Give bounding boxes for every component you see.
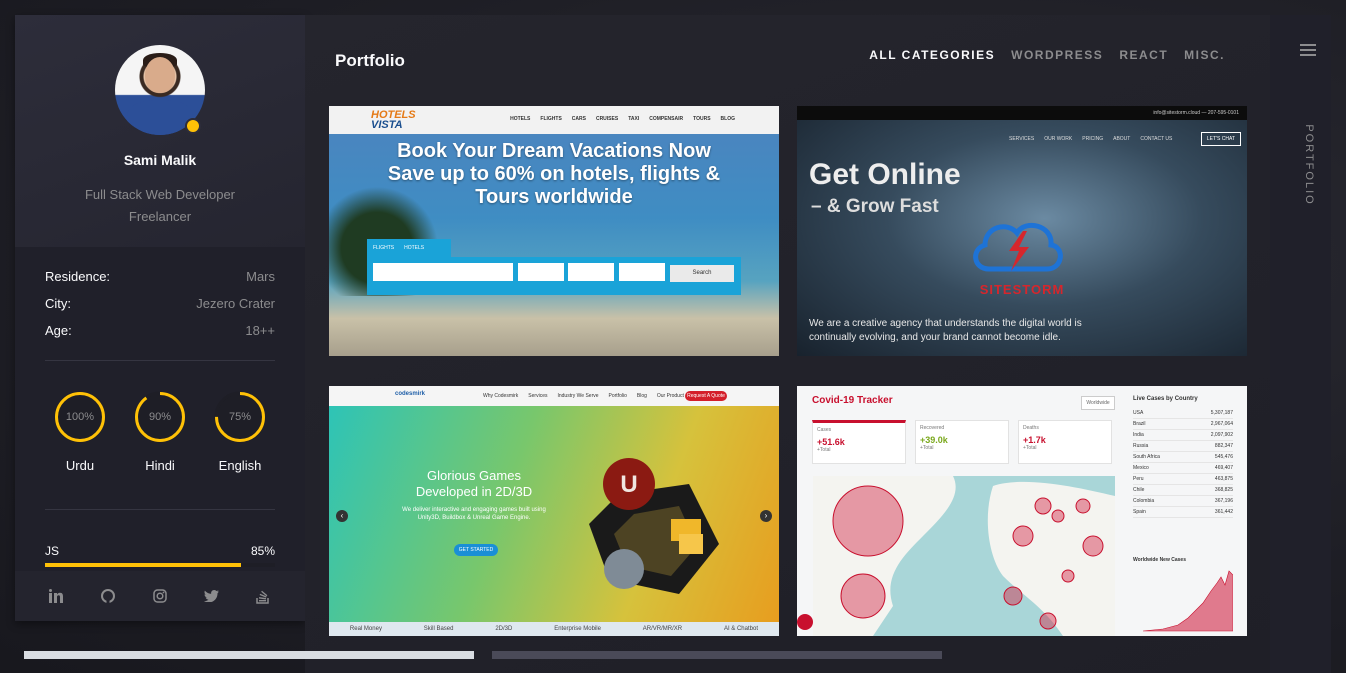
role-line-1: Full Stack Web Developer: [84, 187, 236, 202]
portfolio-card-codesmirk-games[interactable]: codesmirk Why Codesmirk Services Industry…: [329, 386, 779, 636]
booking-tabs: FLIGHTS HOTELS: [367, 239, 451, 257]
profile-role: Full Stack Web Developer Freelancer: [15, 184, 305, 228]
portfolio-card-covid-tracker[interactable]: Covid-19 Tracker Worldwide Cases +51.6k +T…: [797, 386, 1247, 636]
sitestorm-brand: SITESTORM: [979, 282, 1065, 297]
theme-toggle-icon: [797, 614, 813, 630]
card-menu: Why Codesmirk Services Industry We Serve P…: [483, 393, 684, 399]
divider: [45, 360, 275, 361]
info-label: City:: [45, 296, 71, 311]
instagram-icon[interactable]: [148, 584, 172, 608]
page-title: Portfolio: [335, 51, 405, 70]
sidebar: Sami Malik Full Stack Web Developer Free…: [15, 15, 305, 621]
portfolio-card-peek: [24, 651, 474, 659]
card-paragraph: We deliver interactive and engaging game…: [402, 507, 546, 521]
portfolio-filters: ALL CATEGORIES WORDPRESS REACT MISC.: [869, 48, 1225, 62]
divider: [45, 509, 275, 510]
lets-chat-button: LET'S CHAT: [1200, 132, 1241, 146]
info-row-city: City: Jezero Crater: [45, 296, 275, 323]
portfolio-card-hotels-vista[interactable]: HOTELS VISTA HOTELS FLIGHTS CARS CRUISES T…: [329, 106, 779, 356]
portfolio-card-sitestorm[interactable]: info@sitestorm.cloud — 207-595-0101 SERV…: [797, 106, 1247, 356]
section-label: PORTFOLIO: [1303, 124, 1315, 206]
language-name: English: [218, 458, 262, 473]
hamburger-menu-icon[interactable]: [1300, 44, 1316, 59]
skill-track: [45, 563, 275, 567]
unity-unreal-graphic: U: [589, 458, 719, 594]
booking-search-button: Search: [670, 265, 734, 282]
language-percent: 100%: [65, 411, 95, 423]
info-row-residence: Residence: Mars: [45, 269, 275, 296]
booking-field: [568, 263, 614, 281]
twitter-icon[interactable]: [200, 584, 224, 608]
skill-js: JS 85%: [45, 544, 275, 567]
card-menu: SERVICES OUR WORK PRICING ABOUT CONTACT US: [1009, 136, 1173, 142]
live-cases-title: Live Cases by Country: [1133, 396, 1198, 402]
info-label: Age:: [45, 323, 72, 338]
language-english: 75% English: [205, 391, 275, 473]
card-heading: Get Online: [809, 158, 961, 191]
info-list: Residence: Mars City: Jezero Crater Age:…: [45, 269, 275, 350]
get-started-button: GET STARTED: [454, 544, 498, 556]
skill-percent: 85%: [250, 544, 275, 558]
hotels-vista-logo: HOTELS VISTA: [371, 109, 416, 131]
card-heading: Glorious Games Developed in 2D/3D: [415, 468, 533, 499]
filter-wordpress[interactable]: WORDPRESS: [1011, 48, 1103, 62]
worldwide-new-cases: Worldwide New Cases: [1133, 557, 1234, 636]
info-value: Mars: [246, 269, 275, 284]
filter-all-categories[interactable]: ALL CATEGORIES: [869, 48, 995, 62]
github-icon[interactable]: [96, 584, 120, 608]
filter-misc[interactable]: MISC.: [1184, 48, 1225, 62]
language-percent: 90%: [148, 411, 172, 423]
role-line-2: Freelancer: [128, 209, 192, 224]
card-topbar: info@sitestorm.cloud — 207-595-0101: [797, 106, 1247, 120]
filter-react[interactable]: REACT: [1119, 48, 1168, 62]
covid-stat-recovered: Recovered +39.0k +Total: [915, 420, 1009, 464]
skill-bar-fill: [45, 563, 241, 567]
sitestorm-cloud-logo: [973, 222, 1063, 272]
language-name: Hindi: [145, 458, 175, 473]
booking-field: [619, 263, 665, 281]
carousel-next-icon: ›: [760, 510, 772, 522]
covid-country-select: Worldwide: [1081, 396, 1115, 410]
language-circles: 100% Urdu 90% Hindi 75% English: [45, 391, 275, 473]
stackoverflow-icon[interactable]: [251, 584, 275, 608]
covid-world-map: [813, 476, 1115, 636]
card-footer-tabs: Real Money Skill Based 2D/3D Enterprise Mo…: [329, 622, 779, 636]
online-status-dot: [185, 118, 201, 134]
covid-title: Covid-19 Tracker: [812, 395, 893, 406]
language-name: Urdu: [65, 458, 95, 473]
social-links: [15, 571, 305, 621]
codesmirk-logo: codesmirk: [395, 391, 426, 397]
carousel-prev-icon: ‹: [336, 510, 348, 522]
card-tagline: We are a creative agency that understand…: [809, 318, 1082, 343]
covid-stat-deaths: Deaths +1.7k +Total: [1018, 420, 1112, 464]
language-percent: 75%: [228, 411, 252, 423]
main-content: Portfolio ALL CATEGORIES WORDPRESS REACT…: [305, 15, 1270, 673]
card-navbar: codesmirk Why Codesmirk Services Industry…: [329, 386, 779, 406]
language-hindi: 90% Hindi: [125, 391, 195, 473]
card-subheading: – & Grow Fast: [811, 196, 939, 217]
card-menu: HOTELS FLIGHTS CARS CRUISES TAXI COMPENSAIR…: [510, 116, 735, 122]
card-hero-text: Book Your Dream Vacations Now Save up to…: [387, 140, 721, 208]
live-cases-list: Live Cases by Country USA 5,307,187 Brazi…: [1133, 396, 1233, 518]
skill-name: JS: [45, 544, 60, 558]
card-navbar: HOTELS VISTA HOTELS FLIGHTS CARS CRUISES T…: [329, 106, 779, 134]
booking-field: [373, 263, 513, 281]
right-rail: [1270, 15, 1331, 673]
request-quote-button: Request A Quote: [685, 391, 727, 401]
booking-field: [518, 263, 564, 281]
svg-text:U: U: [620, 471, 637, 498]
linkedin-icon[interactable]: [45, 584, 69, 608]
info-value: Jezero Crater: [196, 296, 275, 311]
profile-name: Sami Malik: [123, 152, 197, 168]
language-urdu: 100% Urdu: [45, 391, 115, 473]
portfolio-card-peek: [492, 651, 942, 659]
info-value: 18++: [245, 323, 275, 338]
info-label: Residence:: [45, 269, 111, 284]
covid-stat-cases: Cases +51.6k +Total: [812, 420, 906, 464]
info-row-age: Age: 18++: [45, 323, 275, 350]
profile-header: Sami Malik Full Stack Web Developer Free…: [15, 15, 305, 247]
